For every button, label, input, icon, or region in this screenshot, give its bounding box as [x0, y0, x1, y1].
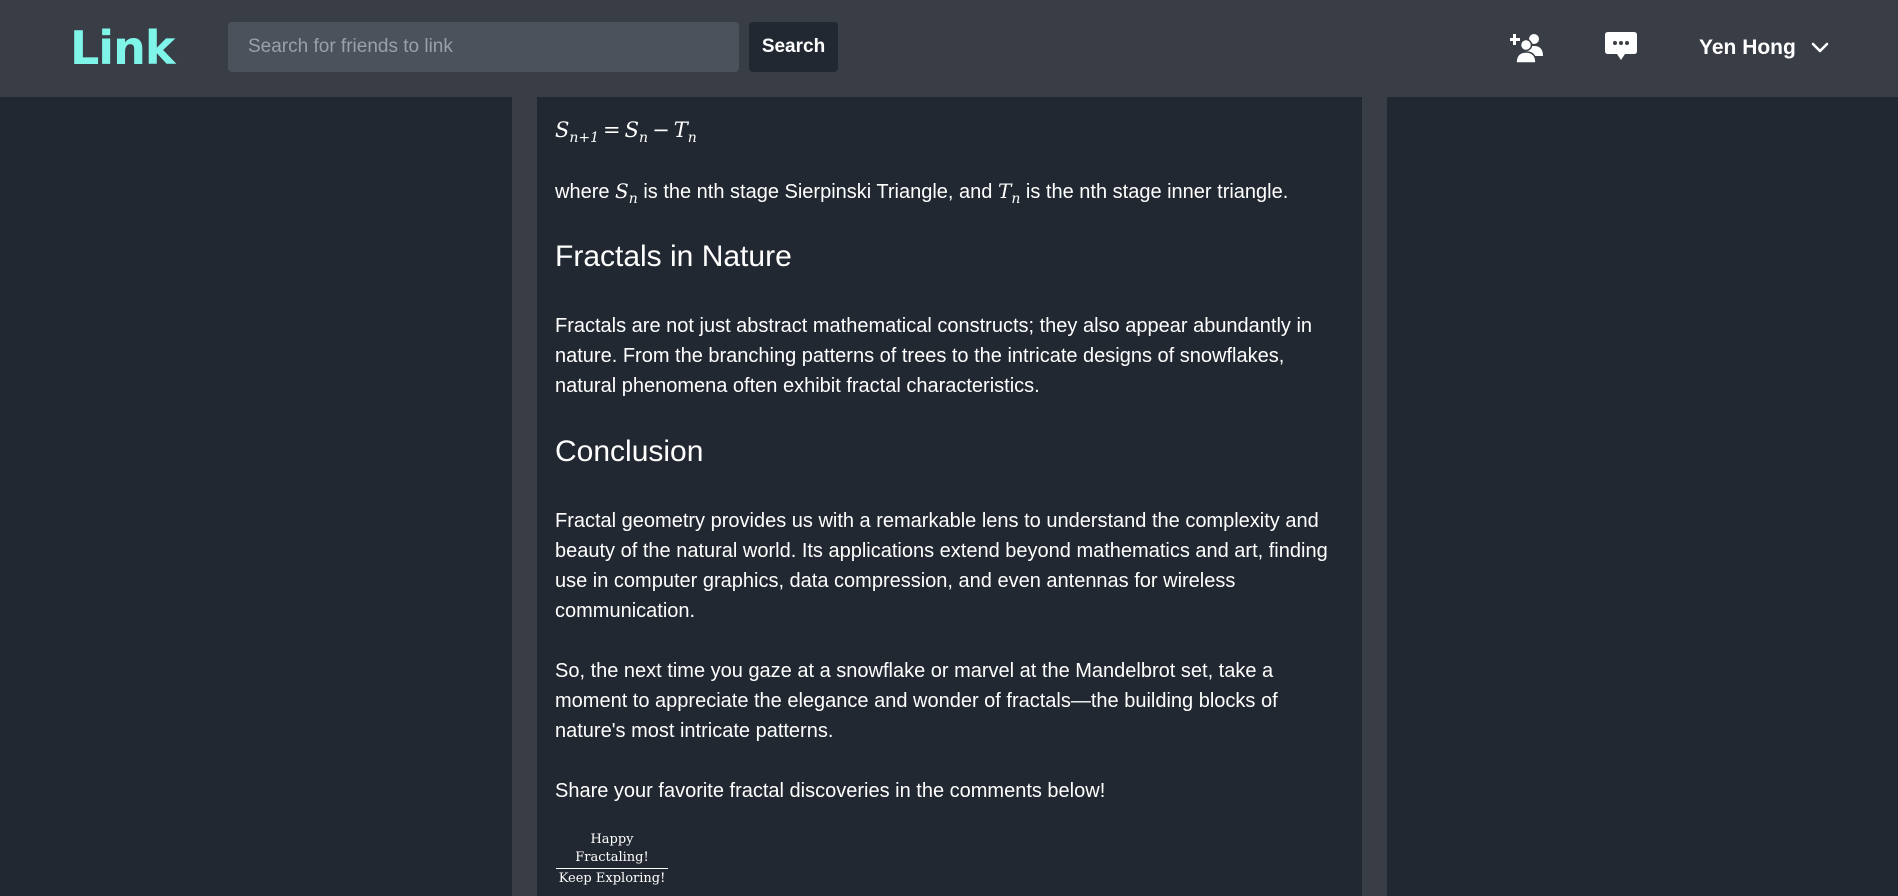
nature-paragraph: Fractals are not just abstract mathemati…: [555, 315, 1313, 397]
chevron-down-icon: [1811, 42, 1829, 53]
chat-icon[interactable]: [1604, 30, 1638, 64]
article-right-border: [1362, 97, 1387, 896]
top-navigation-bar: Link Search Yen Hong: [0, 0, 1898, 97]
user-menu[interactable]: Yen Hong: [1699, 30, 1830, 66]
formula-explanation: where Sn is the nth stage Sierpinski Tri…: [555, 179, 1289, 207]
friend-search-input[interactable]: [228, 22, 739, 72]
user-name: Yen Hong: [1699, 36, 1796, 59]
sierpinski-formula: Sn+1 = Sn − Tn: [555, 118, 697, 146]
signoff-top: Happy Fractaling!: [556, 831, 668, 869]
add-friend-icon[interactable]: [1509, 30, 1544, 64]
heading-fractals-in-nature: Fractals in Nature: [555, 240, 792, 273]
signoff-bottom: Keep Exploring!: [558, 871, 666, 886]
article-left-border: [512, 97, 537, 896]
heading-conclusion: Conclusion: [555, 435, 704, 468]
conclusion-paragraph-2: So, the next time you gaze at a snowflak…: [555, 660, 1278, 742]
app-logo[interactable]: Link: [70, 20, 175, 76]
conclusion-paragraph-1: Fractal geometry provides us with a rema…: [555, 510, 1328, 622]
search-button[interactable]: Search: [749, 22, 838, 72]
comments-invite: Share your favorite fractal discoveries …: [555, 780, 1106, 802]
signoff: Happy Fractaling! Keep Exploring!: [556, 831, 668, 889]
